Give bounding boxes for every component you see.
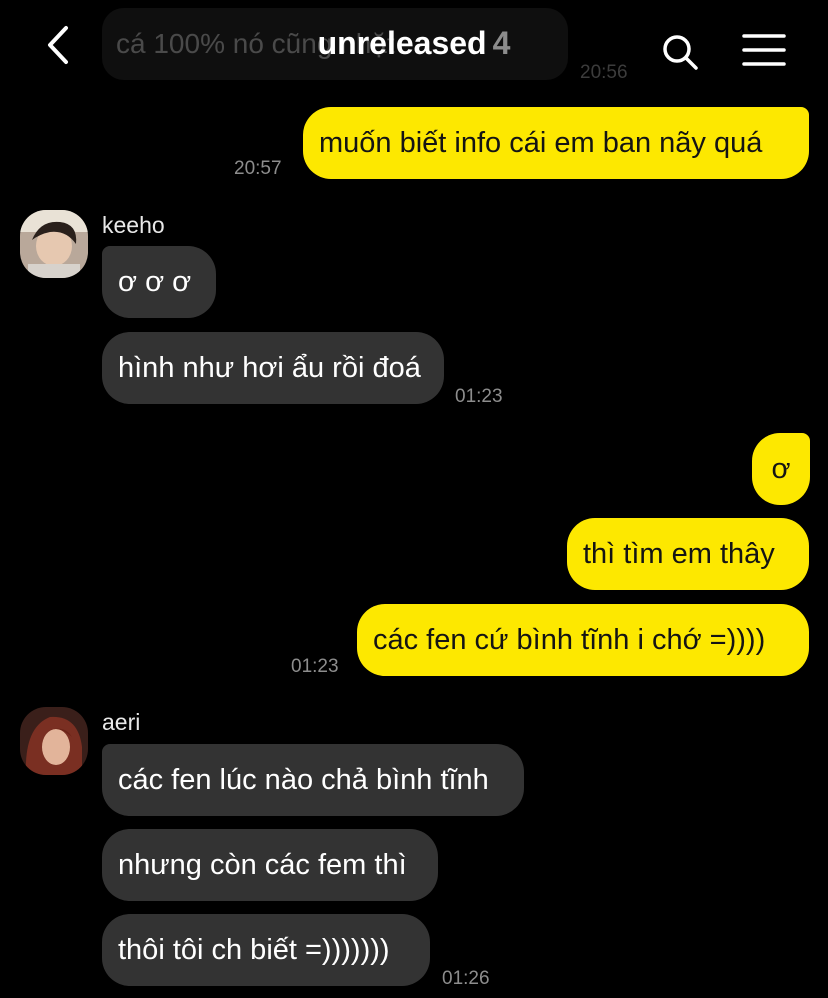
incoming-message-bubble[interactable]: hình như hơi ẩu rồi đoá <box>102 332 444 404</box>
message-time: 20:57 <box>234 158 282 179</box>
sender-name: keeho <box>102 212 165 238</box>
incoming-message-bubble[interactable]: ơ ơ ơ <box>102 246 216 318</box>
chat-name: unreleased <box>317 25 487 61</box>
outgoing-message-bubble[interactable]: thì tìm em thây <box>567 518 809 590</box>
search-icon <box>663 35 698 70</box>
incoming-message-bubble[interactable]: các fen lúc nào chả bình tĩnh <box>102 744 524 816</box>
outgoing-message-bubble[interactable]: ơ <box>752 433 810 505</box>
search-button[interactable] <box>660 32 700 72</box>
avatar-photo-icon <box>20 707 88 775</box>
message-time: 01:26 <box>442 968 490 989</box>
avatar-keeho[interactable] <box>20 210 88 278</box>
hamburger-menu-icon <box>742 34 786 66</box>
avatar-aeri[interactable] <box>20 707 88 775</box>
chat-header: unreleased 4 <box>0 0 828 96</box>
member-count: 4 <box>492 25 511 61</box>
incoming-message-bubble[interactable]: thôi tôi ch biết =))))))) <box>102 914 430 986</box>
outgoing-message-bubble[interactable]: các fen cứ bình tĩnh i chớ =)))) <box>357 604 809 676</box>
chat-title: unreleased 4 <box>0 25 828 62</box>
incoming-message-bubble[interactable]: nhưng còn các fem thì <box>102 829 438 901</box>
avatar-photo-icon <box>20 210 88 278</box>
message-time: 01:23 <box>291 656 339 677</box>
menu-button[interactable] <box>742 32 786 68</box>
message-time: 01:23 <box>455 386 503 407</box>
outgoing-message-bubble[interactable]: muốn biết info cái em ban nãy quá <box>303 107 809 179</box>
sender-name: aeri <box>102 709 141 735</box>
